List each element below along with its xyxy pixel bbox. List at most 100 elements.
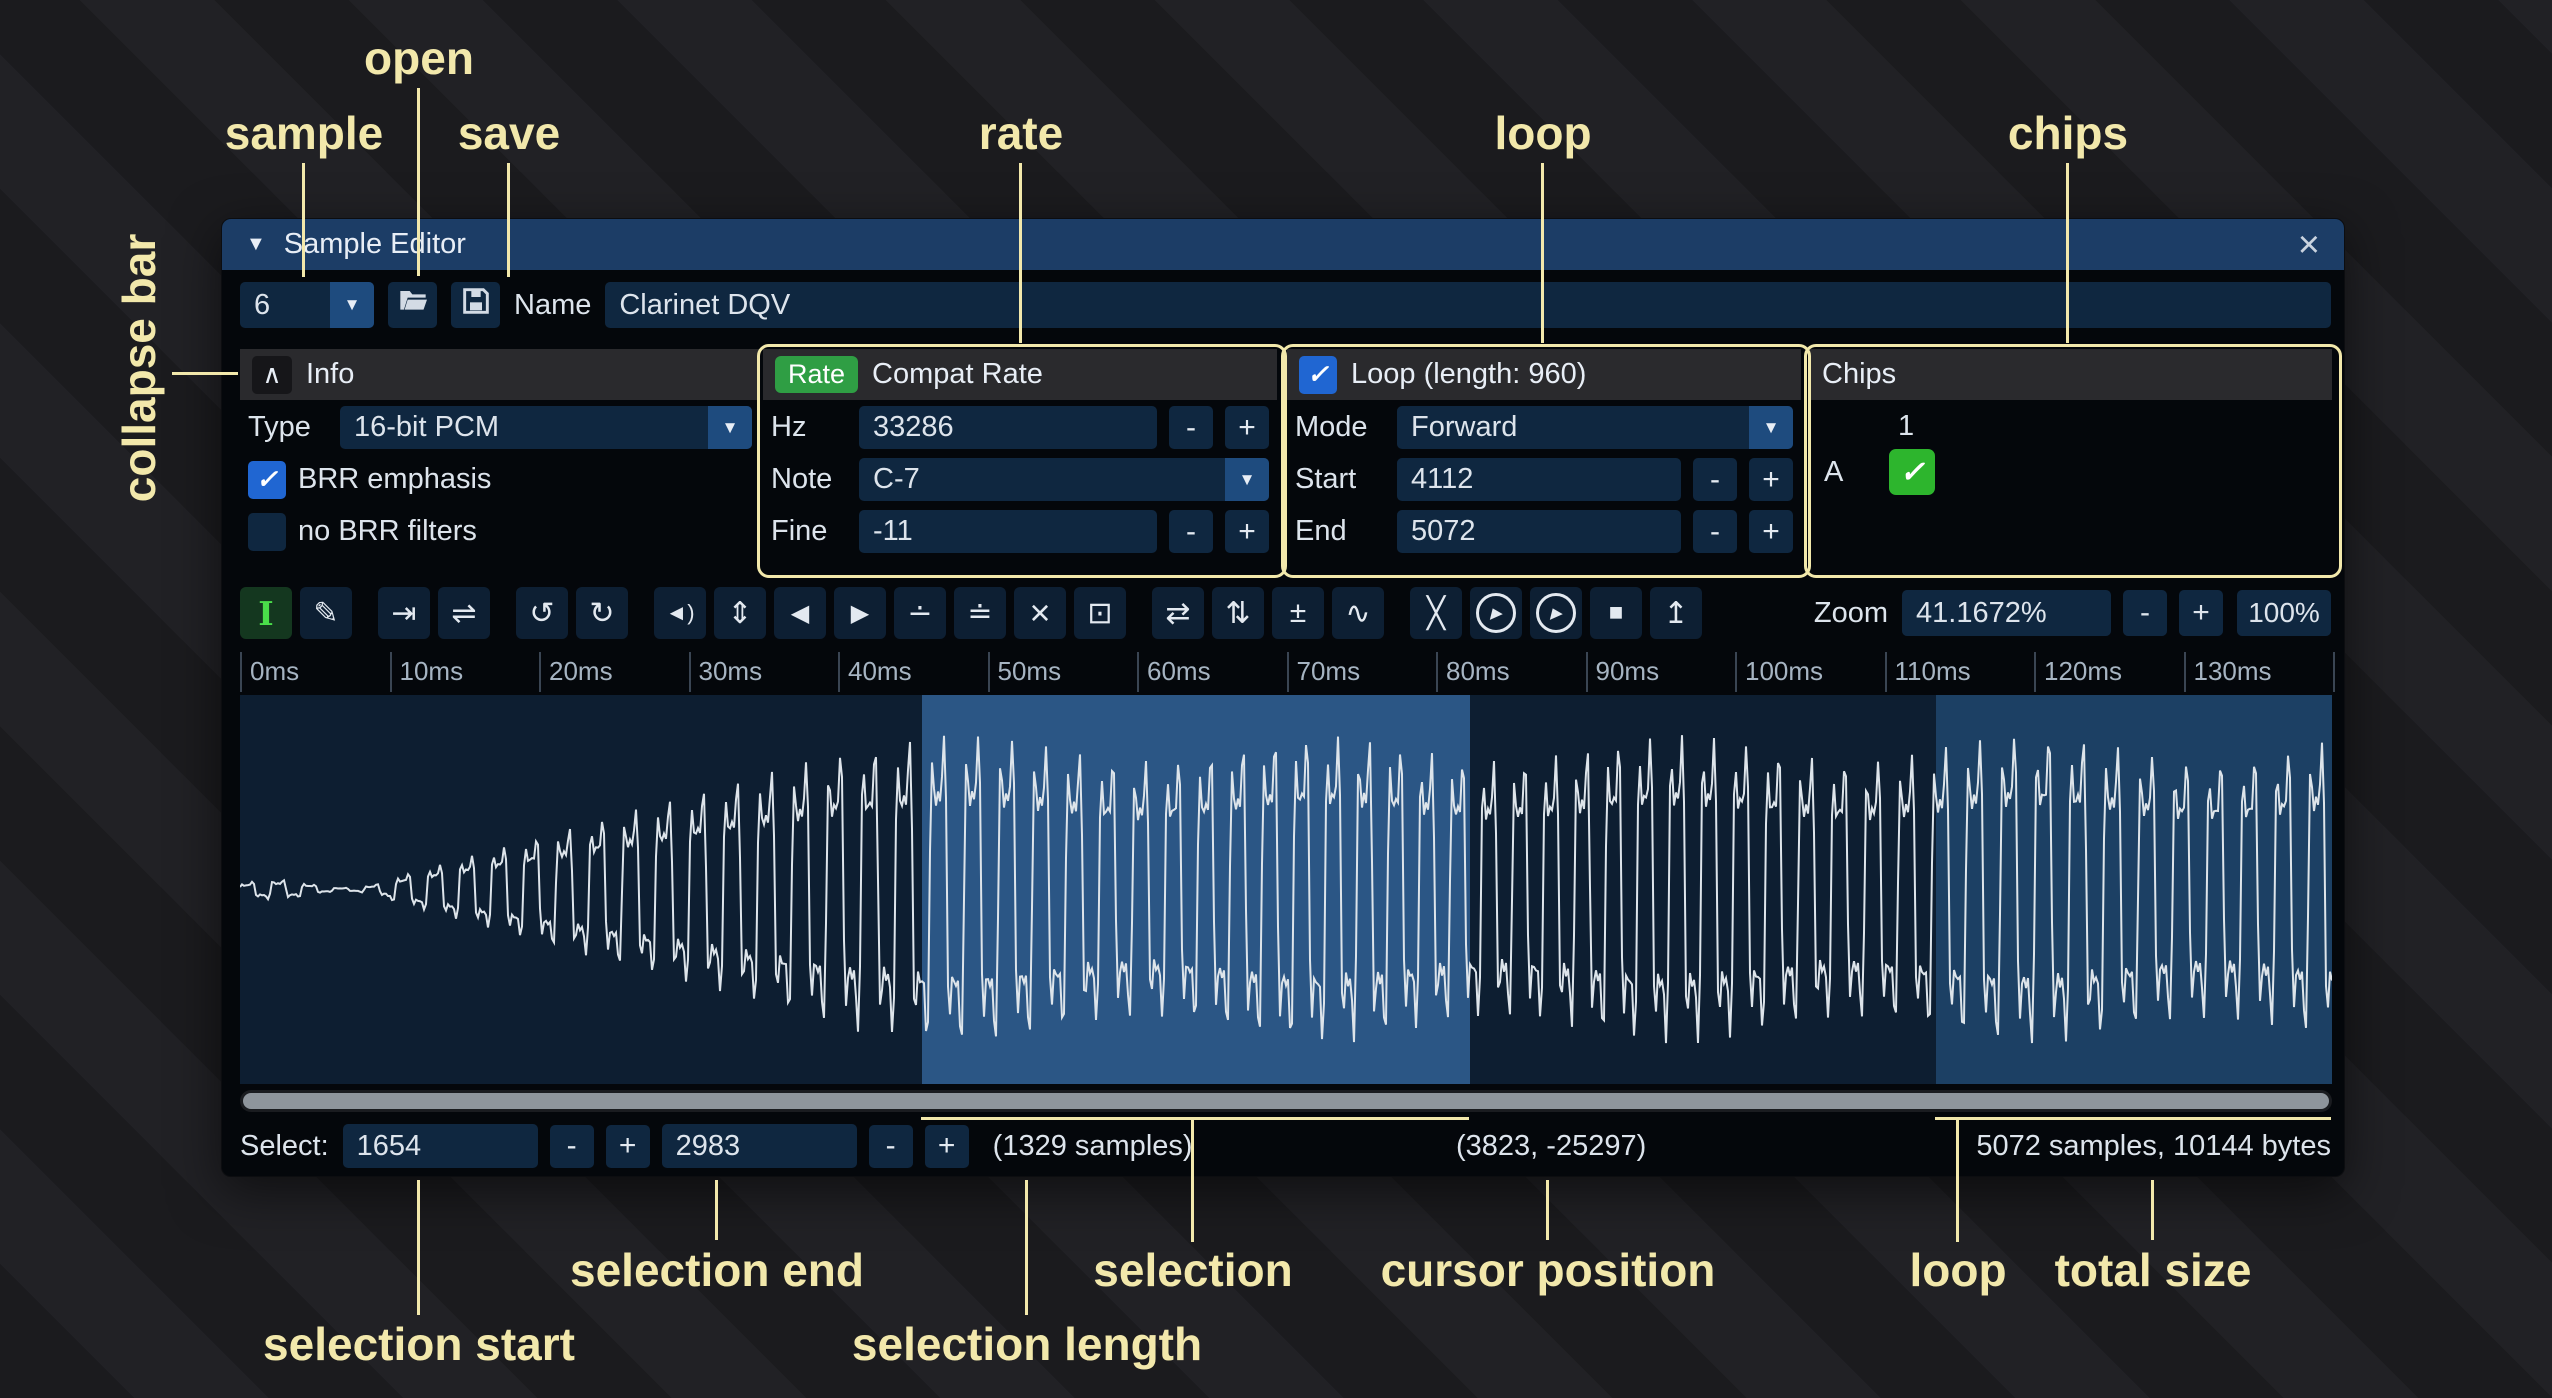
selection-end-value: 2983: [676, 1130, 741, 1163]
loop-panel: ✓ Loop (length: 960) Mode Forward ▼ Star…: [1287, 349, 1801, 567]
zoom-out-button[interactable]: -: [2123, 590, 2167, 636]
chip-row-label: A: [1824, 456, 1843, 489]
amplify-button[interactable]: ◄): [654, 587, 706, 639]
fade-in-button[interactable]: ◀: [774, 587, 826, 639]
edit-select-mode-button[interactable]: I: [240, 587, 292, 639]
filter-button[interactable]: ∿: [1332, 587, 1384, 639]
loop-mode-combo[interactable]: Forward ▼: [1397, 406, 1793, 449]
fade-out-button[interactable]: ▶: [834, 587, 886, 639]
annotation-collapse-bar: collapse bar: [112, 234, 166, 502]
save-sample-button[interactable]: [451, 282, 500, 328]
sample-number: 6: [240, 282, 330, 328]
chip-column-header: 1: [1898, 410, 2332, 443]
chevron-down-icon[interactable]: ▼: [708, 406, 752, 449]
annotation-cursor-position: cursor position: [1381, 1243, 1716, 1297]
loop-end-increment-button[interactable]: +: [1749, 510, 1793, 553]
scrollbar-thumb[interactable]: [243, 1093, 2329, 1109]
zoom-input[interactable]: 41.1672%: [1902, 590, 2111, 636]
waveform-scrollbar[interactable]: [240, 1090, 2332, 1112]
selection-start-decrement-button[interactable]: -: [550, 1125, 594, 1168]
no-brr-filters-checkbox[interactable]: [248, 513, 286, 551]
sign-button[interactable]: ±: [1272, 587, 1324, 639]
titlebar: ▼ Sample Editor ×: [222, 219, 2344, 270]
insert-silence-button[interactable]: ∸: [894, 587, 946, 639]
open-sample-button[interactable]: [388, 282, 437, 328]
apply-silence-button[interactable]: ≐: [954, 587, 1006, 639]
invert-button[interactable]: ⇅: [1212, 587, 1264, 639]
hz-input[interactable]: 33286: [859, 406, 1157, 449]
hz-decrement-button[interactable]: -: [1169, 406, 1213, 449]
chevron-down-icon[interactable]: ▼: [1749, 406, 1793, 449]
chevron-down-icon[interactable]: ▼: [330, 282, 374, 328]
normalize-button[interactable]: ⇕: [714, 587, 766, 639]
fine-increment-button[interactable]: +: [1225, 510, 1269, 553]
cursor-position-text: (3823, -25297): [1456, 1130, 1646, 1163]
redo-icon: ↻: [589, 596, 614, 631]
undo-button[interactable]: ↺: [516, 587, 568, 639]
waveform-view[interactable]: [240, 695, 2332, 1084]
collapse-bar-icon[interactable]: ∧: [252, 356, 292, 394]
hz-increment-button[interactable]: +: [1225, 406, 1269, 449]
preview-sample-button[interactable]: ▶: [1470, 587, 1522, 639]
annotation-line: [507, 163, 510, 277]
import-button[interactable]: ↥: [1650, 587, 1702, 639]
annotation-selection: selection: [1093, 1243, 1292, 1297]
play-sample-button[interactable]: ▶: [1530, 587, 1582, 639]
crossfade-button[interactable]: ╳: [1410, 587, 1462, 639]
reverse-button[interactable]: ⇄: [1152, 587, 1204, 639]
check-icon: ✓: [1900, 455, 1925, 490]
fine-decrement-button[interactable]: -: [1169, 510, 1213, 553]
loop-start-label: Start: [1295, 463, 1385, 496]
fine-input[interactable]: -11: [859, 510, 1157, 553]
zoom-in-button[interactable]: +: [2179, 590, 2223, 636]
fade-in-icon: ◀: [791, 599, 809, 628]
fine-label: Fine: [771, 515, 847, 548]
close-icon[interactable]: ×: [2298, 226, 2320, 264]
annotation-loop-top: loop: [1494, 106, 1591, 160]
plus-minus-icon: ±: [1290, 596, 1306, 630]
delete-button[interactable]: ×: [1014, 587, 1066, 639]
annotation-line: [2066, 163, 2069, 343]
zoom-reset-button[interactable]: 100%: [2237, 590, 2331, 636]
note-combo[interactable]: C-7 ▼: [859, 458, 1269, 501]
annotated-screenshot: ▼ Sample Editor × 6 ▼ Name Clarinet DQV: [0, 0, 2552, 1398]
selection-start-increment-button[interactable]: +: [606, 1125, 650, 1168]
chips-panel-header: Chips: [1810, 349, 2332, 400]
loop-end-input[interactable]: 5072: [1397, 510, 1681, 553]
sample-select-combo[interactable]: 6 ▼: [240, 282, 374, 328]
selection-start-input[interactable]: 1654: [343, 1124, 538, 1168]
rate-panel-title: Compat Rate: [872, 358, 1043, 391]
resize-button[interactable]: ⇥: [378, 587, 430, 639]
draw-mode-button[interactable]: ✎: [300, 587, 352, 639]
loop-end-value: 5072: [1411, 515, 1476, 548]
loop-start-decrement-button[interactable]: -: [1693, 458, 1737, 501]
window-collapse-icon[interactable]: ▼: [246, 233, 266, 256]
undo-icon: ↺: [529, 596, 554, 631]
zoom-value: 41.1672%: [1916, 597, 2047, 630]
loop-end-label: End: [1295, 515, 1385, 548]
selection-end-increment-button[interactable]: +: [925, 1125, 969, 1168]
selection-end-decrement-button[interactable]: -: [869, 1125, 913, 1168]
loop-start-input[interactable]: 4112: [1397, 458, 1681, 501]
resample-button[interactable]: ⇌: [438, 587, 490, 639]
redo-button[interactable]: ↻: [576, 587, 628, 639]
play-circle-icon: ▶: [1536, 593, 1576, 633]
trim-button[interactable]: ⊡: [1074, 587, 1126, 639]
loop-end-decrement-button[interactable]: -: [1693, 510, 1737, 553]
timeline-tick: 80ms: [1436, 652, 1586, 692]
chip-enable-checkbox[interactable]: ✓: [1889, 449, 1935, 495]
annotation-line: [417, 88, 420, 276]
chevron-down-icon[interactable]: ▼: [1225, 458, 1269, 501]
loop-enable-checkbox[interactable]: ✓: [1299, 356, 1337, 394]
stop-button[interactable]: ■: [1590, 587, 1642, 639]
sample-name-input[interactable]: Clarinet DQV: [605, 282, 2331, 328]
timeline-tick: 120ms: [2034, 652, 2184, 692]
selection-end-input[interactable]: 2983: [662, 1124, 857, 1168]
invert-icon: ⇅: [1225, 596, 1250, 631]
annotation-line: [2151, 1180, 2154, 1240]
hz-value: 33286: [873, 411, 954, 444]
brr-emphasis-checkbox[interactable]: ✓: [248, 461, 286, 499]
sample-type-combo[interactable]: 16-bit PCM ▼: [340, 406, 752, 449]
rate-badge[interactable]: Rate: [775, 356, 858, 393]
loop-start-increment-button[interactable]: +: [1749, 458, 1793, 501]
